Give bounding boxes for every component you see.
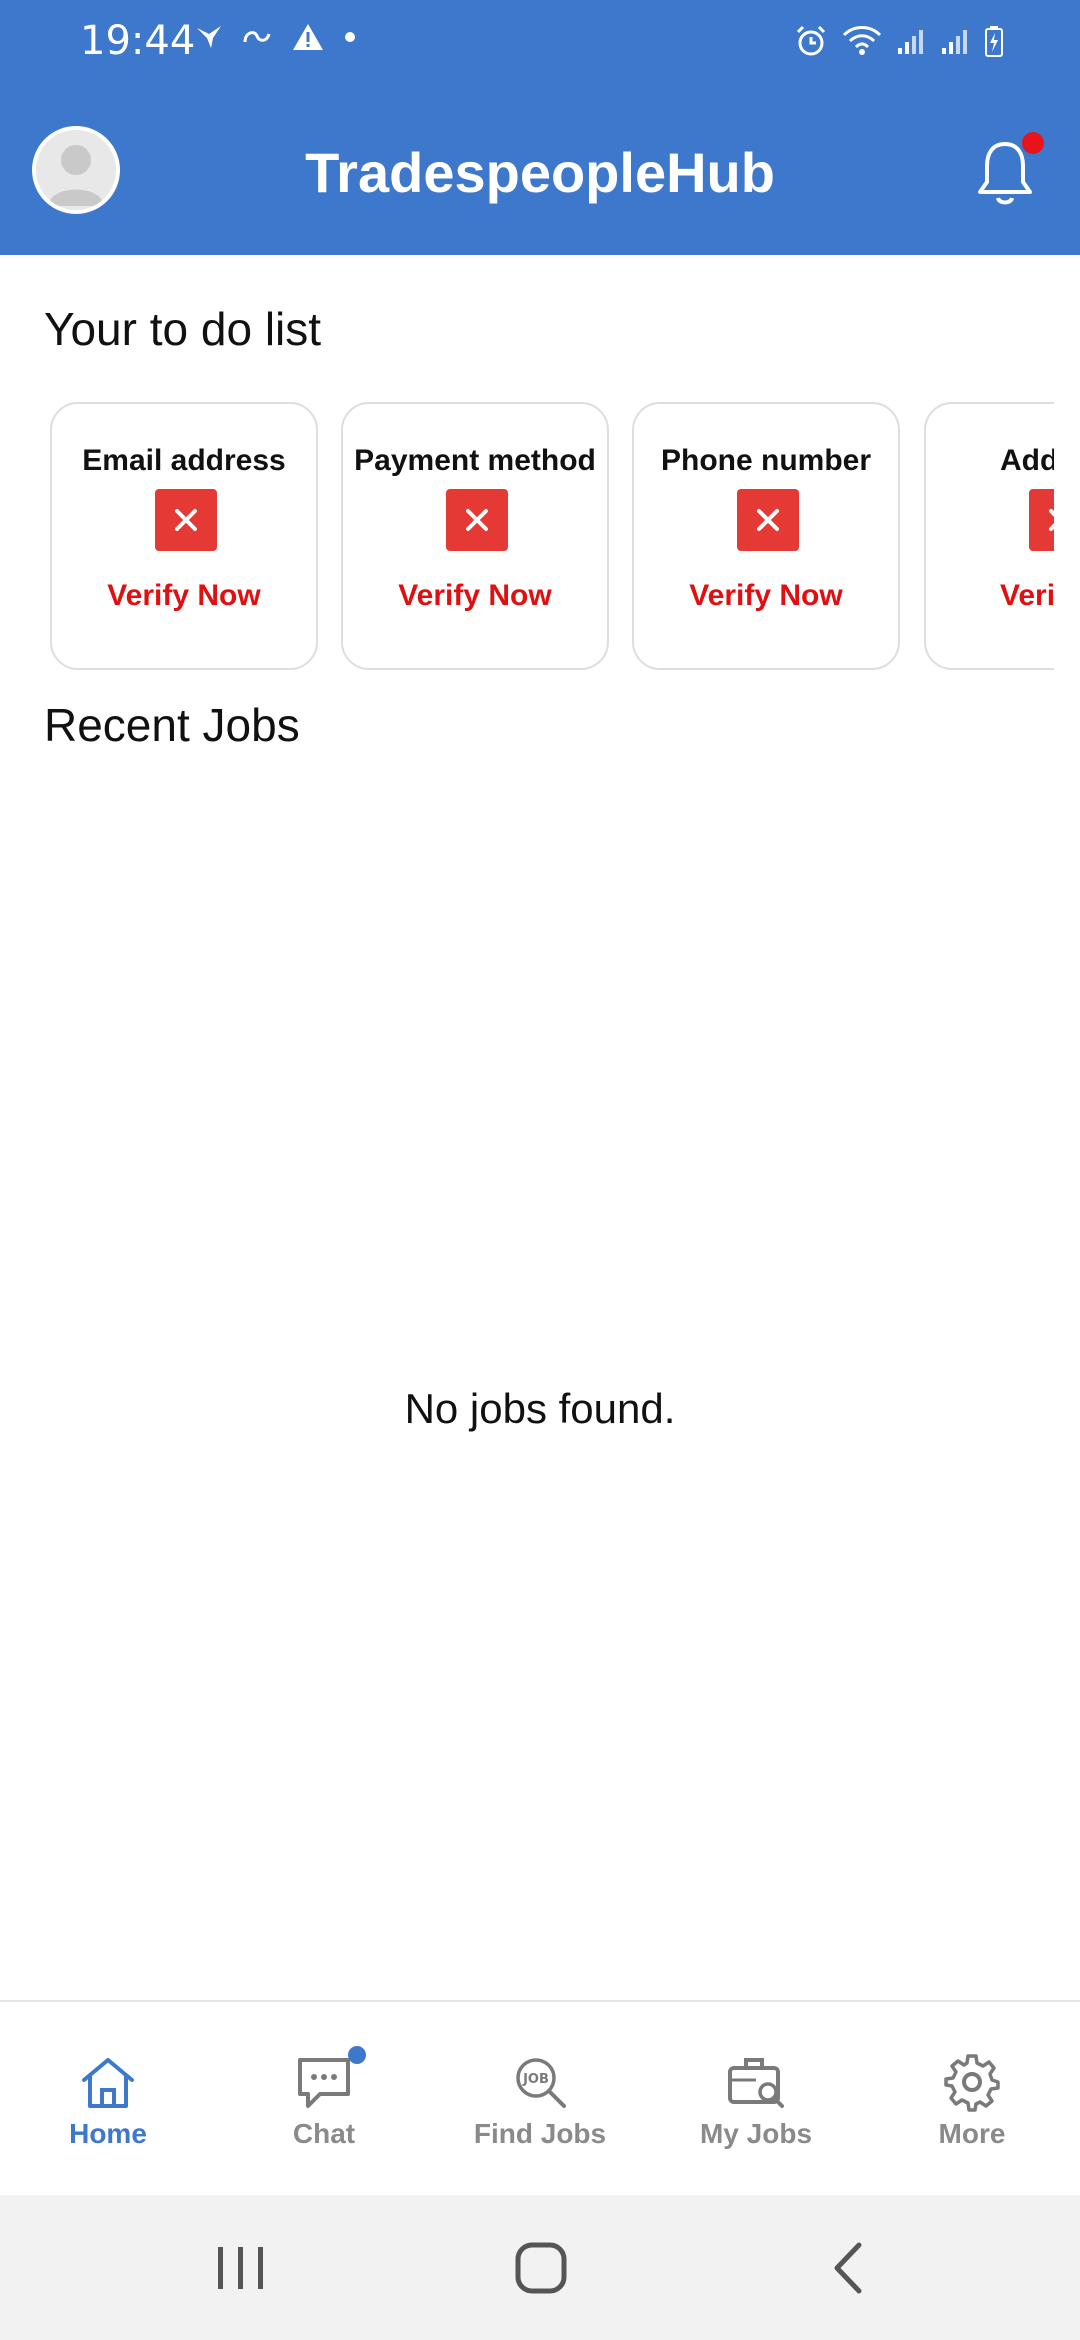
battery-icon	[985, 26, 1003, 57]
alarm-icon	[796, 25, 826, 56]
status-bar: 19:44	[0, 0, 1080, 86]
nav-label: Chat	[292, 2118, 356, 2149]
verify-now-link[interactable]: Verify Now	[52, 579, 316, 613]
nav-my-jobs[interactable]: My Jobs	[648, 2002, 864, 2197]
wifi-icon	[842, 26, 882, 55]
close-icon	[1029, 489, 1054, 551]
dot-icon	[345, 32, 355, 42]
home-icon	[82, 2058, 134, 2108]
chat-icon	[298, 2058, 350, 2108]
nav-label: My Jobs	[699, 2118, 813, 2149]
status-notification-icons	[195, 22, 357, 52]
nav-label: More	[938, 2118, 1006, 2149]
home-circle-icon	[515, 2242, 567, 2294]
nav-more[interactable]: More	[864, 2002, 1080, 2197]
recent-apps-button[interactable]	[180, 2195, 300, 2340]
briefcase-search-icon	[728, 2058, 784, 2108]
close-icon	[155, 489, 217, 551]
top-app-bar: 19:44 TradespeopleHub	[0, 0, 1080, 255]
verify-now-link[interactable]: Verify	[1000, 579, 1054, 613]
notifications-button[interactable]	[974, 132, 1044, 216]
warning-icon	[293, 24, 323, 50]
recent-apps-icon	[218, 2247, 263, 2289]
system-navigation-bar	[0, 2195, 1080, 2340]
back-icon	[834, 2242, 862, 2294]
svg-text:JOB: JOB	[522, 2072, 549, 2087]
status-time: 19:44	[80, 18, 196, 64]
status-system-icons	[794, 24, 1004, 58]
home-button[interactable]	[480, 2195, 600, 2340]
nav-home[interactable]: Home	[0, 2002, 216, 2197]
nav-label: Home	[69, 2118, 147, 2149]
nav-find-jobs[interactable]: JOB Find Jobs	[432, 2002, 648, 2197]
notification-badge	[1022, 132, 1044, 154]
close-icon	[737, 489, 799, 551]
recent-jobs-title: Recent Jobs	[44, 699, 300, 751]
signal-icon	[942, 30, 967, 54]
todo-card-label: Payment method	[354, 444, 596, 477]
signal-icon	[898, 30, 923, 54]
empty-state-message: No jobs found.	[404, 1385, 676, 1432]
nav-label: Find Jobs	[473, 2118, 607, 2149]
bottom-navigation: Home Chat JOB Find Jobs My Jobs More	[0, 2000, 1080, 2195]
todo-card-label: Add	[1000, 444, 1054, 477]
find-jobs-icon: JOB	[516, 2058, 566, 2108]
verify-now-link[interactable]: Verify Now	[634, 579, 898, 613]
nav-chat[interactable]: Chat	[216, 2002, 432, 2197]
todo-card-email[interactable]: Email address Verify Now	[50, 402, 318, 670]
close-icon	[446, 489, 508, 551]
chat-unread-badge	[348, 2046, 366, 2064]
todo-carousel[interactable]: Email address Verify Now Payment method …	[0, 400, 1054, 675]
todo-card-phone[interactable]: Phone number Verify Now	[632, 402, 900, 670]
todo-card-payment[interactable]: Payment method Verify Now	[341, 402, 609, 670]
link-icon	[243, 31, 271, 43]
app-header: TradespeopleHub	[0, 100, 1080, 250]
app-title: TradespeopleHub	[305, 141, 775, 204]
todo-card-label: Phone number	[660, 444, 871, 477]
todo-card-address[interactable]: Add Verify	[924, 402, 1054, 670]
todo-section-title: Your to do list	[44, 303, 322, 355]
verify-now-link[interactable]: Verify Now	[343, 579, 607, 613]
gear-icon	[944, 2054, 1000, 2112]
back-button[interactable]	[785, 2195, 905, 2340]
bird-icon	[197, 26, 221, 48]
todo-card-label: Email address	[82, 444, 286, 477]
